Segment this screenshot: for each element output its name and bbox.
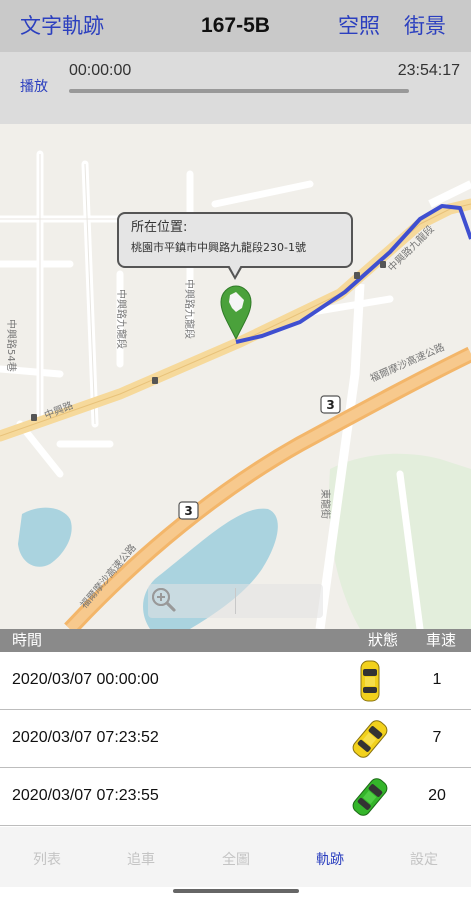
- play-button[interactable]: 播放: [20, 76, 48, 96]
- yellow-car-icon: [352, 720, 388, 758]
- bottom-tab-bar: 列表 追車 全圖 軌跡 設定: [0, 827, 471, 887]
- tab-track[interactable]: 軌跡: [300, 849, 360, 869]
- svg-text:3: 3: [326, 398, 334, 412]
- bus-stop-icon: [380, 261, 386, 268]
- row-time: 2020/03/07 07:23:55: [12, 787, 159, 804]
- home-indicator: [173, 889, 299, 893]
- svg-text:中興路54巷: 中興路54巷: [5, 319, 18, 372]
- street-view-button[interactable]: 街景: [404, 12, 446, 40]
- text-track-button[interactable]: 文字軌跡: [20, 12, 104, 40]
- bus-stop-icon: [152, 377, 158, 384]
- playback-slider[interactable]: [69, 89, 409, 93]
- table-header: 時間 狀態 車速: [0, 629, 471, 652]
- column-header-time: 時間: [12, 631, 43, 649]
- playback-end-time: 23:54:17: [397, 62, 460, 79]
- callout-pointer: [227, 265, 243, 280]
- location-pin-icon: [220, 285, 252, 341]
- tab-follow[interactable]: 追車: [111, 849, 171, 869]
- callout-label: 所在位置:: [131, 220, 188, 235]
- svg-text:3: 3: [184, 504, 192, 518]
- bus-stop-icon: [354, 272, 360, 279]
- callout-address: 桃園市平鎮市中興路九龍段230-1號: [131, 241, 306, 254]
- yellow-car-icon: [360, 660, 380, 702]
- zoom-control: [148, 584, 323, 618]
- row-speed: 1: [432, 671, 442, 688]
- playback-start-time: 00:00:00: [69, 62, 132, 79]
- row-speed: 20: [428, 787, 446, 804]
- playback-bar: 播放 00:00:00 23:54:17: [0, 52, 471, 124]
- row-time: 2020/03/07 00:00:00: [12, 671, 159, 688]
- column-header-status: 狀態: [368, 631, 399, 649]
- map-canvas: 3 3 中興路54巷 中興路九龍段 中興路九龍段 中興路 福爾摩沙高速公路 中興…: [0, 150, 471, 629]
- table-row[interactable]: 2020/03/07 07:23:52 7: [0, 710, 471, 768]
- row-time: 2020/03/07 07:23:52: [12, 729, 159, 746]
- svg-text:中興路九龍段: 中興路九龍段: [115, 289, 128, 349]
- lake: [18, 507, 72, 567]
- svg-text:中興路九龍段: 中興路九龍段: [183, 279, 196, 339]
- row-speed: 7: [432, 729, 442, 746]
- green-car-icon: [352, 778, 388, 816]
- zoom-in-icon[interactable]: [148, 584, 178, 614]
- table-row[interactable]: 2020/03/07 07:23:55 20: [0, 768, 471, 826]
- svg-text:東龍街: 東龍街: [319, 489, 332, 519]
- column-header-speed: 車速: [426, 631, 457, 649]
- top-nav-bar: 文字軌跡 167-5B 空照 街景: [0, 0, 471, 52]
- location-callout: 所在位置: 桃園市平鎮市中興路九龍段230-1號: [117, 212, 353, 280]
- table-row[interactable]: 2020/03/07 00:00:00 1: [0, 652, 471, 710]
- zoom-divider: [235, 588, 236, 614]
- tab-list[interactable]: 列表: [17, 849, 77, 869]
- map-view[interactable]: 3 3 中興路54巷 中興路九龍段 中興路九龍段 中興路 福爾摩沙高速公路 中興…: [0, 124, 471, 629]
- tab-settings[interactable]: 設定: [394, 849, 454, 869]
- bus-stop-icon: [31, 414, 37, 421]
- tab-full-map[interactable]: 全圖: [206, 849, 266, 869]
- aerial-view-button[interactable]: 空照: [338, 12, 380, 40]
